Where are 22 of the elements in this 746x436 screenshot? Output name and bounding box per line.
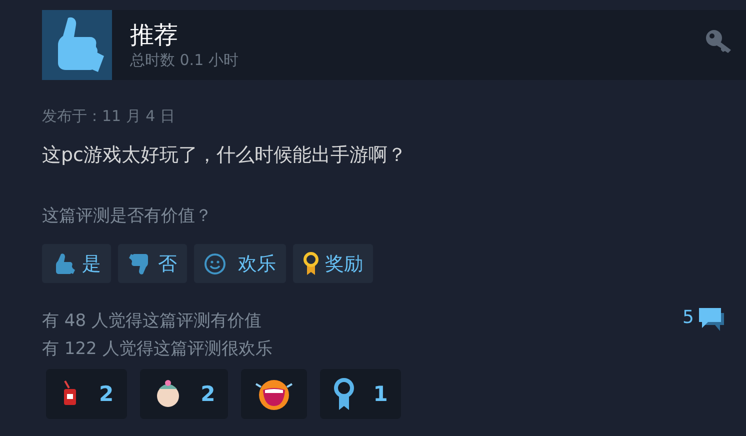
ribbon-badge-icon (333, 377, 356, 411)
no-button[interactable]: 否 (118, 244, 187, 283)
funny-button[interactable]: 欢乐 (194, 244, 286, 283)
award-medal-icon (303, 252, 319, 276)
yes-button[interactable]: 是 (42, 244, 111, 283)
award-badge[interactable] (241, 369, 308, 419)
key-icon (704, 28, 734, 54)
smiley-icon (204, 252, 226, 274)
comment-icon (698, 307, 726, 333)
award-badge[interactable]: 1 (320, 369, 401, 419)
posted-date: 发布于：11 月 4 日 (42, 106, 176, 127)
award-badge[interactable]: 2 (46, 369, 127, 419)
review-verdict: 推荐 (130, 20, 179, 50)
review-text: 这pc游戏太好玩了，什么时候能出手游啊？ (42, 143, 408, 168)
thumbs-up-icon (42, 10, 112, 80)
helpful-prompt: 这篇评测是否有价值？ (42, 205, 213, 228)
stat-text: 有 48 人觉得这篇评测有价值 (42, 310, 262, 333)
playtime-text: 总时数 0.1 小时 (130, 50, 240, 70)
award-badge[interactable]: 2 (140, 369, 228, 419)
comments-link[interactable]: 5 (682, 307, 746, 335)
stat-text: 有 122 人觉得这篇评测很欢乐 (42, 338, 274, 361)
award-button[interactable]: 奖励 (293, 244, 373, 283)
